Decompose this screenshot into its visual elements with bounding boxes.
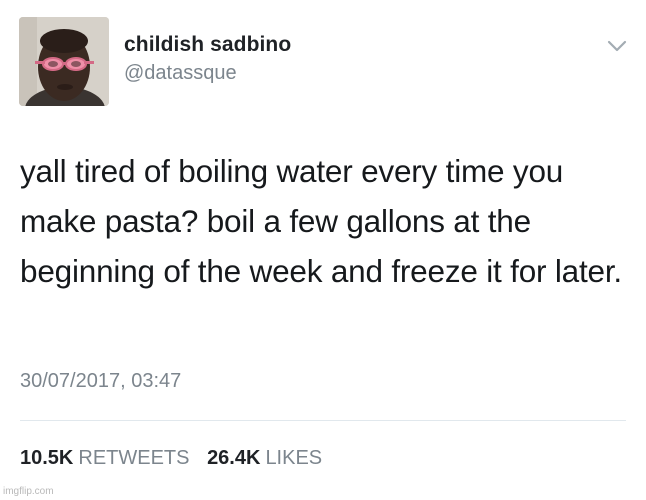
likes-label: LIKES xyxy=(265,447,323,469)
watermark: imgflip.com xyxy=(3,486,54,497)
divider xyxy=(20,420,626,421)
likes-stat[interactable]: 26.4K LIKES xyxy=(207,447,322,469)
avatar-image xyxy=(19,17,109,106)
tweet-timestamp[interactable]: 30/07/2017, 03:47 xyxy=(20,370,181,393)
tweet-text: yall tired of boiling water every time y… xyxy=(20,153,622,289)
retweets-count: 10.5K xyxy=(20,447,74,469)
display-name[interactable]: childish sadbino xyxy=(124,33,291,57)
likes-count: 26.4K xyxy=(207,447,261,469)
retweets-stat[interactable]: 10.5K RETWEETS xyxy=(20,447,195,469)
chevron-down-icon[interactable] xyxy=(606,38,628,54)
retweets-label: RETWEETS xyxy=(78,447,190,469)
avatar[interactable] xyxy=(19,17,109,106)
tweet-stats: 10.5K RETWEETS 26.4K LIKES xyxy=(20,447,322,470)
user-handle[interactable]: @datassque xyxy=(124,62,237,85)
